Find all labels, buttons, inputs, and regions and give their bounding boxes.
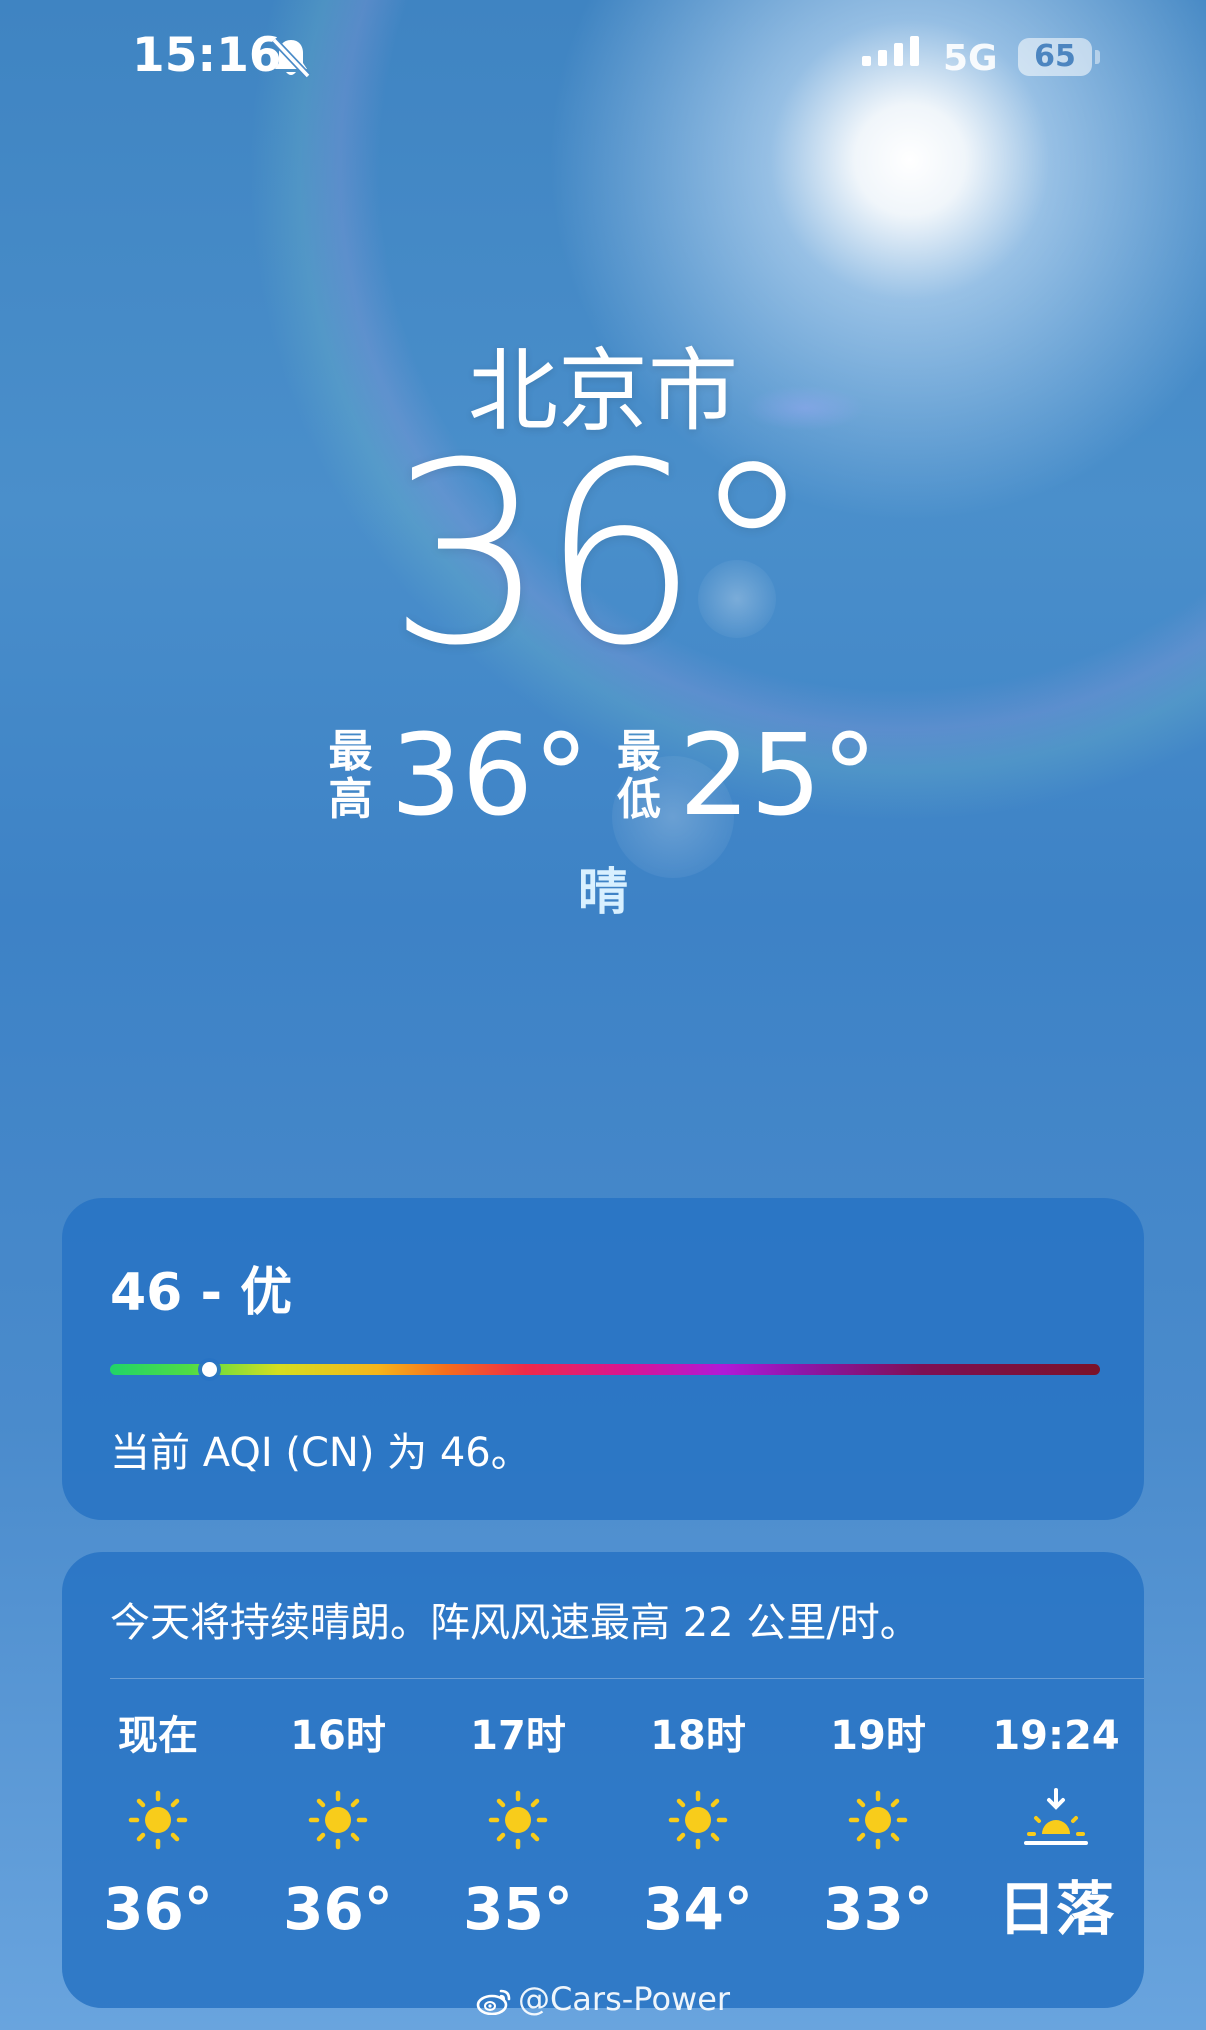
sunset-icon bbox=[1024, 1788, 1088, 1845]
watermark-text: @Cars-Power bbox=[517, 1980, 731, 2018]
hour-item: 现在 36° bbox=[78, 1704, 238, 1942]
weibo-icon bbox=[476, 1989, 511, 2015]
bell-slash-icon bbox=[271, 37, 311, 79]
low-temp-group: 最 低 25° bbox=[617, 720, 878, 832]
hour-temp: 33° bbox=[823, 1875, 933, 1943]
sun-icon bbox=[128, 1790, 188, 1850]
aqi-description: 当前 AQI (CN) 为 46。 bbox=[110, 1430, 531, 1476]
high-temp-group: 最 高 36° bbox=[328, 720, 589, 832]
sun-icon bbox=[308, 1790, 368, 1850]
hour-item: 18时 34° bbox=[618, 1704, 778, 1942]
high-temp: 36° bbox=[390, 711, 589, 841]
hour-label: 18时 bbox=[650, 1713, 746, 1759]
hour-label: 17时 bbox=[470, 1713, 566, 1759]
high-label-char: 最 bbox=[328, 726, 373, 777]
signal-icon bbox=[862, 36, 919, 66]
battery-icon: 65 bbox=[1018, 38, 1092, 76]
hour-item: 19时 33° bbox=[798, 1704, 958, 1942]
hour-item: 17时 35° bbox=[438, 1704, 598, 1942]
weather-condition: 晴 bbox=[578, 863, 628, 921]
temperature-value: 36 bbox=[387, 409, 699, 700]
divider bbox=[110, 1678, 1144, 1679]
sun-icon bbox=[488, 1790, 548, 1850]
status-bar: 15:16 5G 65 bbox=[0, 0, 1206, 120]
sun-icon bbox=[668, 1790, 728, 1850]
hour-temp: 36° bbox=[103, 1875, 213, 1943]
hour-item: 19:24 日落 bbox=[968, 1704, 1144, 1942]
aqi-indicator bbox=[201, 1362, 217, 1377]
hour-label: 16时 bbox=[290, 1713, 386, 1759]
forecast-summary: 今天将持续晴朗。阵风风速最高 22 公里/时。 bbox=[110, 1600, 920, 1646]
high-label: 最 高 bbox=[328, 728, 372, 824]
current-temperature: 36° bbox=[0, 430, 1206, 680]
battery-tip bbox=[1095, 50, 1100, 64]
low-label: 最 低 bbox=[617, 728, 661, 824]
hourly-forecast-card[interactable]: 今天将持续晴朗。阵风风速最高 22 公里/时。 现在 36° 16时 36° 1… bbox=[62, 1552, 1144, 2008]
degree-symbol: ° bbox=[689, 409, 815, 700]
low-label-char: 低 bbox=[617, 774, 661, 825]
high-low: 最 高 36° 最 低 25° bbox=[0, 720, 1206, 832]
low-label-char: 最 bbox=[617, 726, 661, 777]
hour-label: 19:24 bbox=[992, 1713, 1120, 1759]
status-time: 15:16 bbox=[132, 28, 282, 83]
low-temp: 25° bbox=[679, 711, 878, 841]
hour-label: 现在 bbox=[118, 1713, 198, 1759]
air-quality-card[interactable]: 46 - 优 当前 AQI (CN) 为 46。 bbox=[62, 1198, 1144, 1520]
hour-temp: 35° bbox=[463, 1875, 573, 1943]
hour-item: 16时 36° bbox=[258, 1704, 418, 1942]
hourly-list[interactable]: 现在 36° 16时 36° 17时 35° 18时 34° 19时 33° 1… bbox=[62, 1704, 1144, 1984]
high-label-char: 高 bbox=[328, 774, 373, 825]
aqi-scale-bar bbox=[110, 1364, 1100, 1375]
hour-label: 19时 bbox=[830, 1713, 926, 1759]
hour-temp: 34° bbox=[643, 1875, 753, 1943]
network-type: 5G bbox=[943, 38, 998, 79]
watermark: @Cars-Power bbox=[0, 1980, 1206, 2018]
sun-icon bbox=[848, 1790, 908, 1850]
hour-temp: 36° bbox=[283, 1875, 393, 1943]
aqi-title: 46 - 优 bbox=[110, 1263, 293, 1323]
hour-temp: 日落 bbox=[997, 1875, 1114, 1943]
